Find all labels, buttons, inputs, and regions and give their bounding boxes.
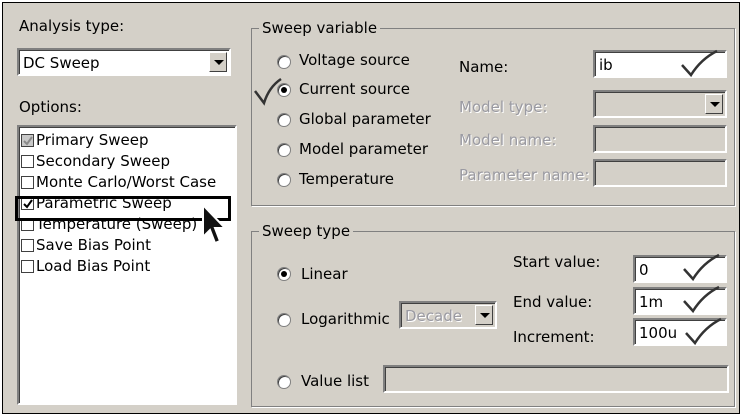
radio-label: Linear bbox=[301, 265, 348, 283]
analysis-type-select[interactable]: DC Sweep bbox=[17, 48, 231, 76]
checkmark-annotation-icon bbox=[685, 317, 722, 346]
log-scale-dropdown-button[interactable] bbox=[475, 305, 493, 325]
radio-voltage-source[interactable] bbox=[277, 55, 291, 69]
radio-label: Model parameter bbox=[299, 140, 428, 158]
radio-logarithmic[interactable] bbox=[277, 313, 291, 327]
checkbox[interactable] bbox=[21, 260, 34, 273]
start-value-label: Start value: bbox=[513, 253, 601, 271]
radio-model-parameter[interactable] bbox=[277, 143, 291, 157]
end-value: 1m bbox=[639, 293, 664, 311]
analysis-type-label: Analysis type: bbox=[19, 17, 125, 35]
chevron-down-icon bbox=[710, 102, 720, 107]
radio-selected-dot bbox=[281, 271, 287, 277]
checkmark-annotation-icon bbox=[683, 253, 720, 282]
checkbox[interactable] bbox=[21, 176, 34, 189]
options-list: Primary Sweep Secondary Sweep Monte Carl… bbox=[17, 125, 237, 405]
radio-temperature[interactable] bbox=[277, 173, 291, 187]
model-name-input[interactable] bbox=[593, 125, 727, 153]
option-primary-sweep[interactable]: Primary Sweep bbox=[19, 131, 229, 151]
option-label: Secondary Sweep bbox=[36, 152, 170, 170]
sweep-type-title: Sweep type bbox=[259, 222, 354, 240]
sweep-variable-title: Sweep variable bbox=[259, 19, 381, 37]
checkbox-checked-disabled bbox=[21, 134, 34, 147]
name-label: Name: bbox=[459, 58, 509, 76]
checkbox[interactable] bbox=[21, 155, 34, 168]
checkbox[interactable] bbox=[21, 239, 34, 252]
option-secondary-sweep[interactable]: Secondary Sweep bbox=[19, 152, 229, 172]
checkmark-annotation-icon bbox=[681, 49, 718, 78]
radio-linear[interactable] bbox=[277, 267, 291, 281]
increment-value: 100u bbox=[639, 324, 678, 342]
log-scale-select[interactable]: Decade bbox=[399, 301, 497, 329]
chevron-down-icon bbox=[214, 60, 224, 65]
end-value-label: End value: bbox=[513, 293, 593, 311]
analysis-type-dropdown-button[interactable] bbox=[209, 52, 227, 72]
radio-label: Global parameter bbox=[299, 110, 431, 128]
radio-label: Temperature bbox=[299, 170, 395, 188]
analysis-type-value: DC Sweep bbox=[23, 54, 100, 72]
radio-label: Value list bbox=[301, 372, 369, 390]
log-scale-value: Decade bbox=[405, 307, 462, 325]
option-label: Primary Sweep bbox=[36, 131, 149, 149]
chevron-down-icon bbox=[480, 313, 490, 318]
option-save-bias-point[interactable]: Save Bias Point bbox=[19, 236, 229, 256]
increment-label: Increment: bbox=[513, 328, 595, 346]
radio-label: Logarithmic bbox=[301, 310, 390, 328]
option-label: Load Bias Point bbox=[36, 257, 151, 275]
name-value: ib bbox=[599, 56, 613, 74]
mouse-pointer-icon bbox=[202, 203, 228, 245]
parameter-name-input[interactable] bbox=[593, 159, 727, 187]
model-name-label: Model name: bbox=[459, 131, 557, 149]
model-type-select[interactable] bbox=[593, 90, 727, 118]
option-label: Monte Carlo/Worst Case bbox=[36, 173, 217, 191]
model-type-dropdown-button[interactable] bbox=[705, 94, 723, 114]
start-value: 0 bbox=[639, 261, 649, 279]
model-type-label: Model type: bbox=[459, 98, 548, 116]
value-list-input[interactable] bbox=[383, 365, 729, 393]
radio-label: Current source bbox=[299, 80, 410, 98]
checkmark-annotation-icon bbox=[683, 285, 720, 314]
parameter-name-label: Parameter name: bbox=[459, 166, 590, 184]
radio-global-parameter[interactable] bbox=[277, 113, 291, 127]
simulation-settings-dialog: Analysis type: DC Sweep Options: Primary… bbox=[2, 2, 740, 414]
options-label: Options: bbox=[19, 98, 82, 116]
radio-label: Voltage source bbox=[299, 51, 410, 69]
radio-value-list[interactable] bbox=[277, 375, 291, 389]
option-load-bias-point[interactable]: Load Bias Point bbox=[19, 257, 229, 277]
option-label: Save Bias Point bbox=[36, 236, 152, 254]
checkmark-annotation-icon bbox=[254, 77, 282, 106]
option-monte-carlo[interactable]: Monte Carlo/Worst Case bbox=[19, 173, 229, 193]
